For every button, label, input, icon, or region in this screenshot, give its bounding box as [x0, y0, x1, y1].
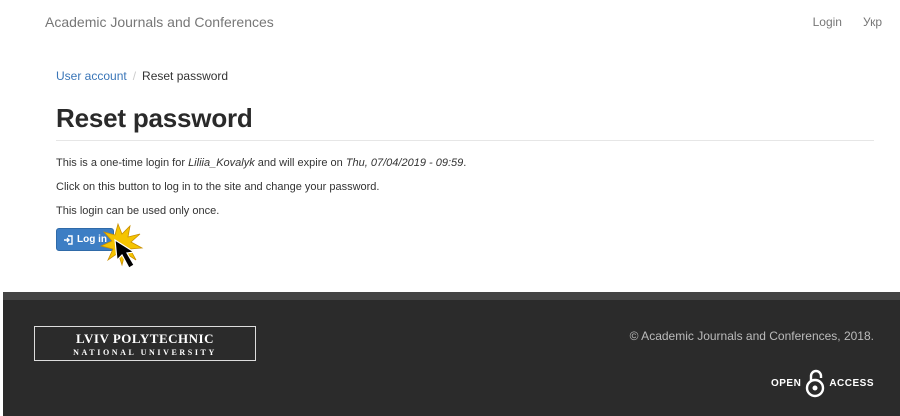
info-mid: and will expire on	[254, 157, 346, 169]
info-suffix: .	[463, 157, 467, 169]
login-link[interactable]: Login	[813, 15, 842, 29]
info-username: Liliia_Kovalyk	[188, 157, 255, 169]
info-expiry-date: Thu, 07/04/2019 - 09:59	[345, 157, 464, 169]
open-access-right: ACCESS	[829, 377, 874, 389]
click-cursor-icon	[99, 222, 144, 269]
breadcrumb-current: Reset password	[142, 69, 229, 83]
logo-line-2: NATIONAL UNIVERSITY	[73, 348, 217, 357]
language-switch[interactable]: Укр	[863, 15, 882, 29]
info-prefix: This is a one-time login for	[56, 157, 189, 169]
single-use-note: This login can be used only once.	[56, 205, 220, 217]
navbar: Academic Journals and Conferences Login …	[0, 0, 900, 44]
instructions-text: Click on this button to log in to the si…	[56, 181, 380, 193]
site-brand[interactable]: Academic Journals and Conferences	[45, 14, 274, 30]
log-in-icon	[64, 234, 73, 245]
breadcrumb: User account / Reset password	[56, 69, 228, 83]
copyright-text: © Academic Journals and Conferences, 201…	[629, 329, 874, 343]
open-access-lock-icon	[806, 369, 825, 398]
university-logo[interactable]: LVIV POLYTECHNIC NATIONAL UNIVERSITY	[34, 326, 256, 361]
nav-links: Login Укр	[813, 15, 882, 29]
open-access-left: OPEN	[770, 377, 802, 389]
breadcrumb-user-account[interactable]: User account	[56, 69, 127, 83]
page-title: Reset password	[56, 103, 253, 133]
one-time-login-info: This is a one-time login for Liliia_Kova…	[56, 157, 466, 169]
title-divider	[56, 140, 874, 141]
footer-top-band	[3, 292, 900, 300]
open-access-logo[interactable]: OPEN ACCESS	[771, 368, 874, 398]
logo-line-1: LVIV POLYTECHNIC	[76, 331, 214, 346]
footer: LVIV POLYTECHNIC NATIONAL UNIVERSITY © A…	[3, 292, 900, 416]
breadcrumb-separator: /	[132, 69, 137, 83]
